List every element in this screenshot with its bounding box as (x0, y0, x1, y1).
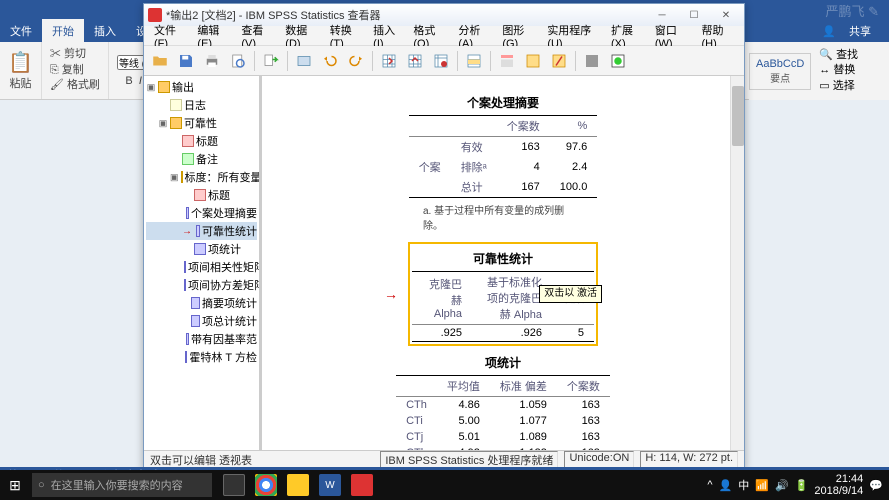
taskbar-word[interactable]: W (314, 470, 346, 500)
tree-notes[interactable]: 备注 (146, 150, 257, 168)
tree-cov-matrix[interactable]: 项间协方差矩阵 (146, 276, 257, 294)
tree-hotelling[interactable]: 霍特林 T 方检 (146, 348, 257, 366)
taskbar-explorer[interactable] (282, 470, 314, 500)
table-row: CTj5.011.089163 (396, 429, 610, 445)
table-row: CTh4.861.059163 (396, 397, 610, 414)
style-gallery-item[interactable]: AaBbCcD 要点 (749, 53, 811, 90)
goto-data-icon[interactable] (377, 49, 401, 73)
tree-reliability[interactable]: ▣可靠性 (146, 114, 257, 132)
word-paste-group: 📋 粘贴 (0, 42, 42, 99)
status-position: H: 114, W: 272 pt. (640, 451, 738, 469)
scroll-thumb[interactable] (732, 86, 744, 146)
item-stats-table[interactable]: 项统计 平均值标准 偏差个案数 CTh4.861.059163CTi5.001.… (396, 350, 610, 450)
show-hide-icon[interactable] (580, 49, 604, 73)
status-processor: IBM SPSS Statistics 处理程序就绪 (380, 451, 558, 469)
table-row: CTk4.921.133163 (396, 445, 610, 450)
undo-icon[interactable] (318, 49, 342, 73)
tray-wifi-icon[interactable]: 📶 (755, 479, 769, 492)
replace-button[interactable]: ↔ 替换 (819, 63, 858, 78)
taskbar-apps: W (218, 470, 378, 500)
tray-up-icon[interactable]: ^ (707, 479, 712, 491)
find-button[interactable]: 🔍 查找 (819, 48, 858, 63)
save-icon[interactable] (174, 49, 198, 73)
item-stats-title: 项统计 (396, 350, 610, 375)
tree-scale-stats[interactable]: 带有因基率范 (146, 330, 257, 348)
start-button[interactable]: ⊞ (0, 470, 30, 500)
spss-outline-tree[interactable]: ▣输出 日志 ▣可靠性 标题 备注 ▣标度：所有变量 标题 个案处理摘要 →可靠… (144, 76, 262, 450)
word-tab-file[interactable]: 文件 (0, 23, 42, 39)
reliability-title: 可靠性统计 (412, 246, 594, 271)
tray-people-icon[interactable]: 👤 (719, 479, 733, 492)
tree-summary-stats[interactable]: 摘要项统计 (146, 294, 257, 312)
word-tab-insert[interactable]: 插入 (84, 23, 126, 39)
tray-volume-icon[interactable]: 🔊 (775, 479, 789, 492)
goto-case-icon[interactable] (403, 49, 427, 73)
case-summary-table[interactable]: 个案处理摘要 个案数% 个案有效16397.6 排除ᵃ42.4 总计167100… (409, 90, 598, 198)
clipboard-ops: ✂ 剪切 ⎘ 复制 🖌 格式刷 (42, 42, 109, 99)
paste-label: 粘贴 (9, 75, 31, 91)
vertical-scrollbar[interactable] (730, 76, 744, 450)
select-cases-icon[interactable] (462, 49, 486, 73)
status-unicode: Unicode:ON (564, 451, 634, 469)
spss-output-pane[interactable]: 个案处理摘要 个案数% 个案有效16397.6 排除ᵃ42.4 总计167100… (262, 76, 744, 450)
tree-title2[interactable]: 标题 (146, 186, 257, 204)
tree-total-stats[interactable]: 项总计统计 (146, 312, 257, 330)
bg-user-label: 严鹏飞 ✎ (825, 1, 879, 20)
open-icon[interactable] (148, 49, 172, 73)
format-painter-button[interactable]: 🖌 格式刷 (50, 78, 100, 93)
preview-icon[interactable] (226, 49, 250, 73)
copy-button[interactable]: ⎘ 复制 (50, 63, 84, 78)
search-icon: ○ (38, 479, 45, 491)
spss-toolbar (144, 46, 744, 76)
dialog-recall-icon[interactable] (292, 49, 316, 73)
word-share-button[interactable]: 👤 共享 (812, 23, 889, 39)
insert-title-icon[interactable] (521, 49, 545, 73)
case-summary-title: 个案处理摘要 (409, 90, 598, 115)
tree-reliability-stats[interactable]: →可靠性统计 (146, 222, 257, 240)
activate-tooltip: 双击以 激活 (539, 285, 602, 303)
variables-icon[interactable] (429, 49, 453, 73)
system-tray[interactable]: ^ 👤 中 📶 🔊 🔋 21:44 2018/9/14 💬 (701, 473, 889, 497)
tray-ime-icon[interactable]: 中 (738, 477, 749, 493)
tree-item-stats[interactable]: 项统计 (146, 240, 257, 258)
insert-text-icon[interactable] (547, 49, 571, 73)
tree-log[interactable]: 日志 (146, 96, 257, 114)
windows-taskbar: ⊞ ○ 在这里输入你要搜索的内容 W ^ 👤 中 📶 🔊 🔋 21:44 201… (0, 470, 889, 500)
reliability-selected-box[interactable]: 可靠性统计 克隆巴赫 Alpha基于标准化项的克隆巴赫 Alpha项数 .925… (408, 242, 598, 346)
word-right-panel: AaBbCcD 要点 🔍 查找 ↔ 替换 ▭ 选择 (749, 42, 889, 100)
insert-heading-icon[interactable] (495, 49, 519, 73)
designate-window-icon[interactable] (606, 49, 630, 73)
word-tab-home[interactable]: 开始 (42, 19, 84, 43)
tree-corr-matrix[interactable]: 项间相关性矩阵 (146, 258, 257, 276)
export-icon[interactable] (259, 49, 283, 73)
tree-title[interactable]: 标题 (146, 132, 257, 150)
tree-root[interactable]: ▣输出 (146, 78, 257, 96)
redo-icon[interactable] (344, 49, 368, 73)
table-row: CTi5.001.077163 (396, 413, 610, 429)
print-icon[interactable] (200, 49, 224, 73)
search-placeholder: 在这里输入你要搜索的内容 (51, 477, 183, 493)
paste-icon[interactable]: 📋 (8, 50, 33, 75)
tray-notifications-icon[interactable]: 💬 (869, 479, 883, 492)
spss-viewer-window: *输出2 [文档2] - IBM SPSS Statistics 查看器 ─ ☐… (143, 3, 745, 469)
cut-button[interactable]: ✂ 剪切 (50, 47, 86, 62)
spss-menubar: 文件(F) 编辑(E) 查看(V) 数据(D) 转换(T) 插入(I) 格式(O… (144, 26, 744, 46)
select-button[interactable]: ▭ 选择 (819, 79, 858, 94)
taskbar-spss[interactable] (346, 470, 378, 500)
spss-app-icon (148, 8, 162, 22)
taskbar-search[interactable]: ○ 在这里输入你要搜索的内容 (32, 473, 212, 497)
tray-clock[interactable]: 21:44 2018/9/14 (814, 473, 863, 497)
tray-battery-icon[interactable]: 🔋 (795, 479, 809, 492)
taskbar-chrome[interactable] (250, 470, 282, 500)
tree-scale[interactable]: ▣标度：所有变量 (146, 168, 257, 186)
editing-group: 🔍 查找 ↔ 替换 ▭ 选择 (819, 48, 858, 94)
spss-statusbar: 双击可以编辑 透视表 IBM SPSS Statistics 处理程序就绪 Un… (144, 450, 744, 468)
status-hint: 双击可以编辑 透视表 (150, 452, 252, 468)
task-view-icon[interactable] (218, 470, 250, 500)
tree-case-summary[interactable]: 个案处理摘要 (146, 204, 257, 222)
case-footnote: a. 基于过程中所有变量的成列删除。 (423, 202, 583, 232)
